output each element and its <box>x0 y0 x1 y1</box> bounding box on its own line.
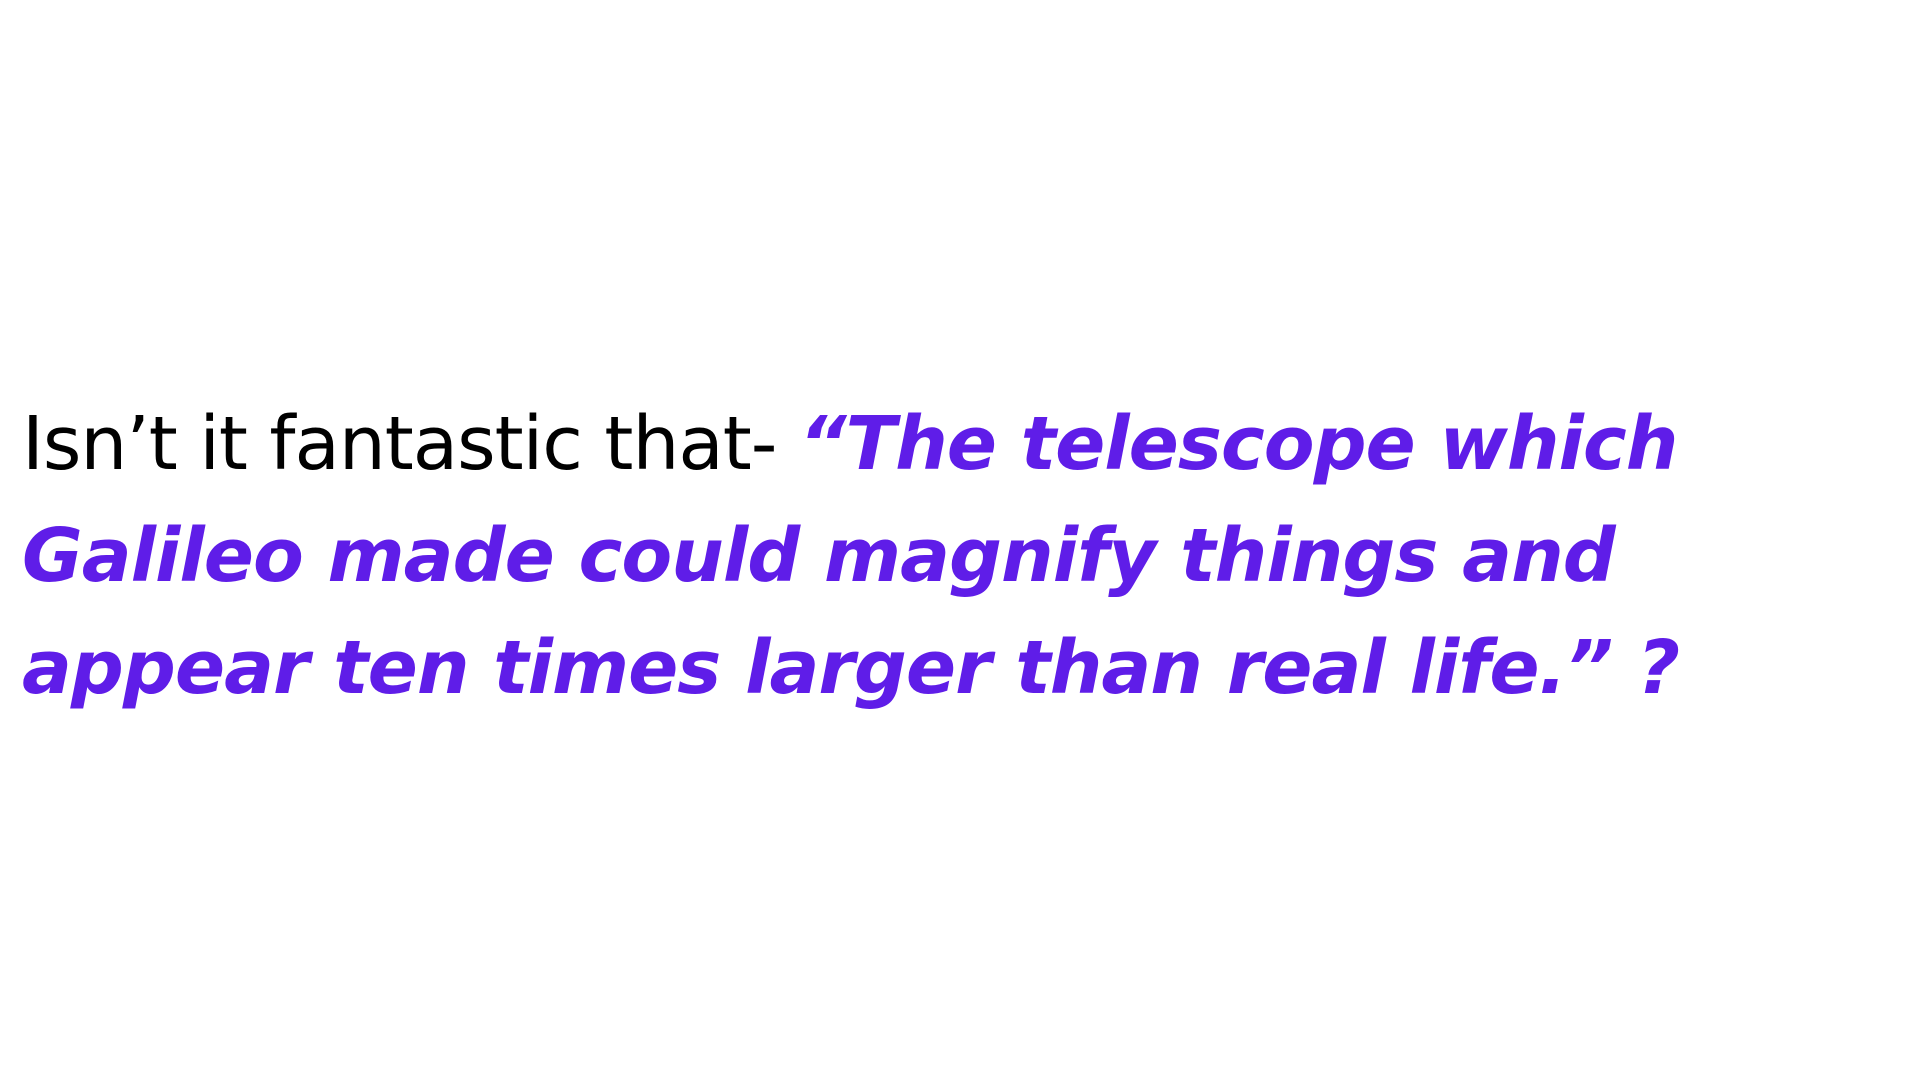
question-text: Isn’t it fantastic that- “The telescope … <box>22 388 1902 724</box>
intro-text: Isn’t it fantastic that- <box>22 401 799 487</box>
slide: Isn’t it fantastic that- “The telescope … <box>0 0 1920 1080</box>
